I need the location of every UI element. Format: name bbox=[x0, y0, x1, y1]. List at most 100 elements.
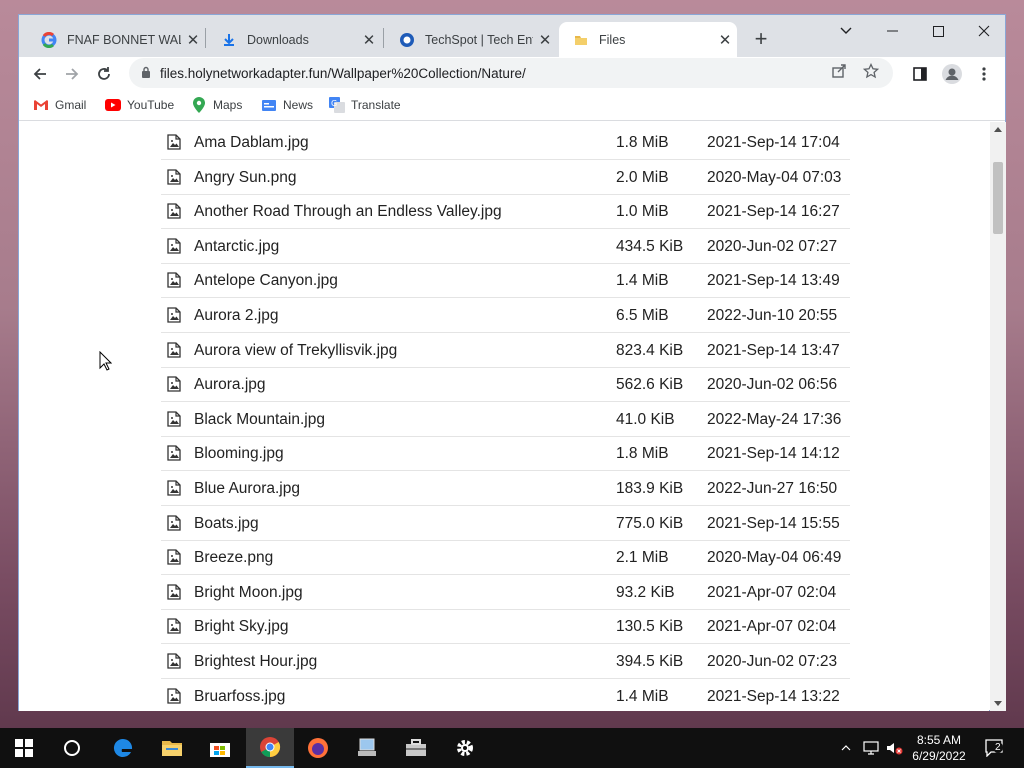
file-row[interactable]: Blue Aurora.jpg 183.9 KiB 2022-Jun-27 16:5… bbox=[161, 472, 850, 506]
image-file-icon bbox=[167, 203, 181, 219]
menu-button[interactable] bbox=[969, 59, 999, 89]
forward-arrow-icon bbox=[66, 68, 79, 80]
minimize-button[interactable] bbox=[869, 17, 915, 45]
image-file-icon bbox=[167, 445, 181, 462]
cortana-search-icon[interactable] bbox=[48, 728, 96, 768]
file-name-link[interactable]: Brightest Hour.jpg bbox=[194, 653, 317, 671]
maximize-button[interactable] bbox=[915, 17, 961, 45]
tab-downloads[interactable]: Downloads ✕ bbox=[207, 22, 381, 57]
close-icon[interactable]: ✕ bbox=[713, 31, 737, 49]
file-row[interactable]: Aurora.jpg 562.6 KiB 2020-Jun-02 06:56 bbox=[161, 368, 850, 403]
vertical-scrollbar[interactable] bbox=[990, 122, 1006, 711]
file-row[interactable]: Antelope Canyon.jpg 1.4 MiB 2021-Sep-14 13… bbox=[161, 264, 850, 299]
file-row[interactable]: Black Mountain.jpg 41.0 KiB 2022-May-24 17… bbox=[161, 403, 850, 437]
browser-window: FNAF BONNET WALL ✕ Downloads ✕ TechSpot … bbox=[18, 14, 1006, 711]
chrome-icon[interactable] bbox=[246, 728, 294, 768]
file-row[interactable]: Bruarfoss.jpg 1.4 MiB 2021-Sep-14 13:22 bbox=[161, 680, 850, 711]
edge-icon[interactable] bbox=[99, 728, 147, 768]
file-date: 2021-Sep-14 15:55 bbox=[707, 514, 840, 532]
file-date: 2020-May-04 06:49 bbox=[707, 549, 842, 567]
forward-button[interactable] bbox=[57, 59, 87, 89]
close-window-button[interactable] bbox=[961, 17, 1007, 45]
back-button[interactable] bbox=[25, 59, 55, 89]
file-name-link[interactable]: Antarctic.jpg bbox=[194, 238, 279, 256]
bookmark-youtube[interactable]: YouTube bbox=[105, 97, 174, 113]
scrollbar-thumb[interactable] bbox=[993, 162, 1003, 234]
file-size: 6.5 MiB bbox=[616, 307, 669, 324]
bookmark-translate[interactable]: G Translate bbox=[329, 97, 401, 113]
network-icon[interactable] bbox=[860, 728, 882, 768]
tab-files[interactable]: Files ✕ bbox=[559, 22, 737, 57]
file-row[interactable]: Blooming.jpg 1.8 MiB 2021-Sep-14 14:12 bbox=[161, 437, 850, 472]
settings-gear-icon[interactable] bbox=[441, 728, 489, 768]
file-name-link[interactable]: Blue Aurora.jpg bbox=[194, 480, 300, 498]
file-name-link[interactable]: Bright Moon.jpg bbox=[194, 584, 303, 602]
file-name-link[interactable]: Aurora 2.jpg bbox=[194, 307, 278, 325]
file-row[interactable]: Brightest Hour.jpg 394.5 KiB 2020-Jun-02 0… bbox=[161, 645, 850, 679]
file-name-link[interactable]: Aurora view of Trekyllisvik.jpg bbox=[194, 342, 397, 360]
close-icon[interactable]: ✕ bbox=[181, 31, 205, 49]
tab-search-chevron-icon[interactable] bbox=[823, 17, 869, 45]
bookmark-maps[interactable]: Maps bbox=[191, 97, 242, 113]
file-row[interactable]: Bright Moon.jpg 93.2 KiB 2021-Apr-07 02:04 bbox=[161, 576, 850, 610]
file-date: 2021-Sep-14 14:12 bbox=[707, 445, 840, 463]
side-panel-button[interactable] bbox=[905, 59, 935, 89]
file-explorer-icon[interactable] bbox=[148, 728, 196, 768]
microsoft-store-icon[interactable] bbox=[196, 728, 244, 768]
file-date: 2022-Jun-10 20:55 bbox=[707, 307, 838, 324]
notification-center-icon[interactable]: 2 bbox=[980, 728, 1010, 768]
browser-toolbar: files.holynetworkadapter.fun/Wallpaper%2… bbox=[19, 57, 1005, 91]
file-name-link[interactable]: Boats.jpg bbox=[194, 515, 259, 533]
scroll-down-arrow-icon[interactable] bbox=[994, 701, 1002, 706]
reload-button[interactable] bbox=[89, 59, 119, 89]
file-name-link[interactable]: Blooming.jpg bbox=[194, 445, 284, 463]
image-file-icon bbox=[167, 549, 181, 565]
lock-icon[interactable] bbox=[141, 66, 151, 78]
file-date: 2021-Sep-14 13:22 bbox=[707, 687, 840, 705]
file-row[interactable]: Aurora view of Trekyllisvik.jpg 823.4 KiB… bbox=[161, 334, 850, 368]
file-row[interactable]: Ama Dablam.jpg 1.8 MiB 2021-Sep-14 17:04 bbox=[161, 126, 850, 160]
file-name-link[interactable]: Antelope Canyon.jpg bbox=[194, 272, 338, 290]
file-name-link[interactable]: Another Road Through an Endless Valley.j… bbox=[194, 203, 502, 221]
image-file-icon bbox=[167, 411, 181, 427]
file-row[interactable]: Aurora 2.jpg 6.5 MiB 2022-Jun-10 20:55 bbox=[161, 299, 850, 333]
computer-app-icon[interactable] bbox=[343, 728, 391, 768]
file-date: 2021-Sep-14 13:49 bbox=[707, 272, 840, 290]
file-row[interactable]: Angry Sun.png 2.0 MiB 2020-May-04 07:03 bbox=[161, 161, 850, 195]
file-name-link[interactable]: Aurora.jpg bbox=[194, 376, 266, 394]
file-row[interactable]: Boats.jpg 775.0 KiB 2021-Sep-14 15:55 bbox=[161, 507, 850, 541]
file-row[interactable]: Antarctic.jpg 434.5 KiB 2020-Jun-02 07:27 bbox=[161, 230, 850, 264]
url-text[interactable]: files.holynetworkadapter.fun/Wallpaper%2… bbox=[160, 66, 526, 81]
file-name-link[interactable]: Bright Sky.jpg bbox=[194, 618, 288, 636]
file-name-link[interactable]: Ama Dablam.jpg bbox=[194, 134, 309, 152]
file-name-link[interactable]: Bruarfoss.jpg bbox=[194, 688, 285, 706]
bookmark-gmail[interactable]: Gmail bbox=[33, 97, 86, 113]
file-name-link[interactable]: Black Mountain.jpg bbox=[194, 411, 325, 429]
share-icon[interactable] bbox=[829, 63, 849, 83]
toolbox-app-icon[interactable] bbox=[392, 728, 440, 768]
scroll-up-arrow-icon[interactable] bbox=[994, 127, 1002, 132]
tab-fnaf[interactable]: FNAF BONNET WALL ✕ bbox=[27, 22, 205, 57]
tab-separator bbox=[383, 28, 384, 48]
mouse-cursor-icon bbox=[99, 351, 112, 371]
volume-muted-icon[interactable] bbox=[884, 728, 906, 768]
profile-button[interactable] bbox=[937, 59, 967, 89]
close-icon[interactable]: ✕ bbox=[533, 31, 557, 49]
kebab-menu-icon bbox=[982, 67, 986, 81]
address-bar[interactable]: files.holynetworkadapter.fun/Wallpaper%2… bbox=[129, 58, 893, 88]
tab-techspot[interactable]: TechSpot | Tech Enth ✕ bbox=[385, 22, 557, 57]
file-date: 2021-Sep-14 13:47 bbox=[707, 341, 840, 359]
firefox-icon[interactable] bbox=[294, 728, 342, 768]
file-name-link[interactable]: Breeze.png bbox=[194, 549, 273, 567]
show-hidden-icons-chevron-icon[interactable] bbox=[836, 728, 856, 768]
file-row[interactable]: Bright Sky.jpg 130.5 KiB 2021-Apr-07 02:04 bbox=[161, 610, 850, 645]
new-tab-button[interactable]: + bbox=[747, 27, 775, 55]
file-row[interactable]: Breeze.png 2.1 MiB 2020-May-04 06:49 bbox=[161, 541, 850, 576]
file-row[interactable]: Another Road Through an Endless Valley.j… bbox=[161, 195, 850, 230]
system-clock[interactable]: 8:55 AM 6/29/2022 bbox=[904, 732, 974, 764]
close-icon[interactable]: ✕ bbox=[357, 31, 381, 49]
bookmark-star-icon[interactable] bbox=[861, 62, 881, 83]
file-name-link[interactable]: Angry Sun.png bbox=[194, 169, 297, 187]
bookmark-news[interactable]: News bbox=[261, 97, 313, 113]
windows-start-icon[interactable] bbox=[0, 728, 48, 768]
